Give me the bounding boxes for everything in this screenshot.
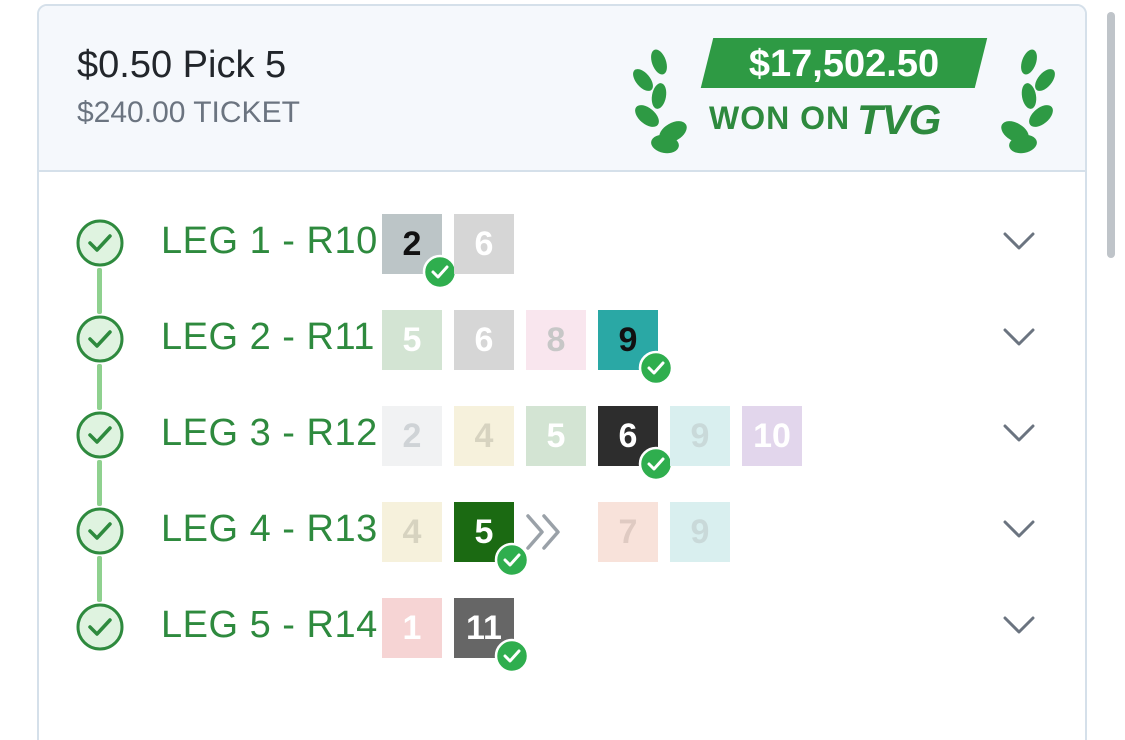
chevron-down-icon[interactable] [999,514,1039,544]
runner-number: 10 [753,416,791,455]
runner-winner: 6 [598,406,674,482]
chevron-down-icon[interactable] [999,418,1039,448]
double-chevron-right-icon [526,514,560,550]
runner-selection: 6 [454,310,514,370]
runner-number: 5 [546,416,566,455]
leg-label: LEG 3 - R12 [161,412,378,454]
runner-winner: 5 [454,502,530,578]
runner-number: 1 [402,608,422,647]
runner-selection: 9 [670,502,730,562]
runner-number: 6 [618,416,638,455]
leg-label: LEG 1 - R10 [161,220,378,262]
runner-number: 5 [402,320,422,359]
runner-number: 9 [690,512,710,551]
runner-number: 5 [474,512,494,551]
leg-complete-check-icon [76,603,124,651]
ticket-card: $0.50 Pick 5 $240.00 TICKET $17,502.50 W… [37,4,1087,740]
runner-number: 7 [618,512,638,551]
winner-check-icon [638,446,674,482]
winner-check-icon [422,254,458,290]
won-on-label: WON ON [709,100,851,136]
runner-number: 9 [690,416,710,455]
ticket-title: $0.50 Pick 5 [77,44,287,86]
ticket-header: $0.50 Pick 5 $240.00 TICKET $17,502.50 W… [39,6,1085,172]
runner-selection: 6 [454,214,514,274]
runner-selection: 4 [382,502,442,562]
leg-label: LEG 4 - R13 [161,508,378,550]
runner-selection: 1 [382,598,442,658]
runner-number: 2 [402,224,422,263]
winner-check-icon [494,638,530,674]
runner-number: 2 [402,416,422,455]
chevron-down-icon[interactable] [999,226,1039,256]
chevron-down-icon[interactable] [999,610,1039,640]
runner-number: 6 [474,224,494,263]
scrollbar[interactable] [1107,12,1115,258]
runner-number: 9 [618,320,638,359]
leg-row[interactable]: LEG 2 - R11 5 6 8 9 [39,294,1085,410]
runner-number: 8 [546,320,566,359]
leg-complete-check-icon [76,315,124,363]
leg-complete-check-icon [76,219,124,267]
runner-selection: 5 [526,406,586,466]
runner-number: 4 [474,416,494,455]
win-badge: $17,502.50 WON ON TVG [629,30,1059,154]
tvg-logo: TVG [857,96,941,143]
leg-row[interactable]: LEG 1 - R10 2 6 [39,198,1085,314]
leg-row[interactable]: LEG 4 - R13 4 5 7 9 [39,486,1085,602]
laurel-left-icon [633,49,687,154]
runner-selection: 5 [382,310,442,370]
runner-winner: 2 [382,214,458,290]
runner-selection: 2 [382,406,442,466]
ticket-amount: $240.00 TICKET [77,96,300,129]
leg-row[interactable]: LEG 3 - R12 2 4 5 6 9 10 [39,390,1085,506]
leg-label: LEG 5 - R14 [161,604,378,646]
winner-check-icon [638,350,674,386]
leg-complete-check-icon [76,507,124,555]
runner-selection: 9 [670,406,730,466]
runner-selection: 10 [742,406,802,466]
win-amount: $17,502.50 [748,43,940,85]
leg-label: LEG 2 - R11 [161,316,375,358]
leg-row[interactable]: LEG 5 - R14 1 11 [39,582,1085,678]
leg-complete-check-icon [76,411,124,459]
laurel-right-icon [1001,49,1055,154]
runner-selection: 7 [598,502,658,562]
runner-number: 4 [402,512,422,551]
runner-winner: 11 [454,598,530,674]
runner-winner: 9 [598,310,674,386]
runner-number: 6 [474,320,494,359]
runner-selection: 4 [454,406,514,466]
runner-selection: 8 [526,310,586,370]
chevron-down-icon[interactable] [999,322,1039,352]
